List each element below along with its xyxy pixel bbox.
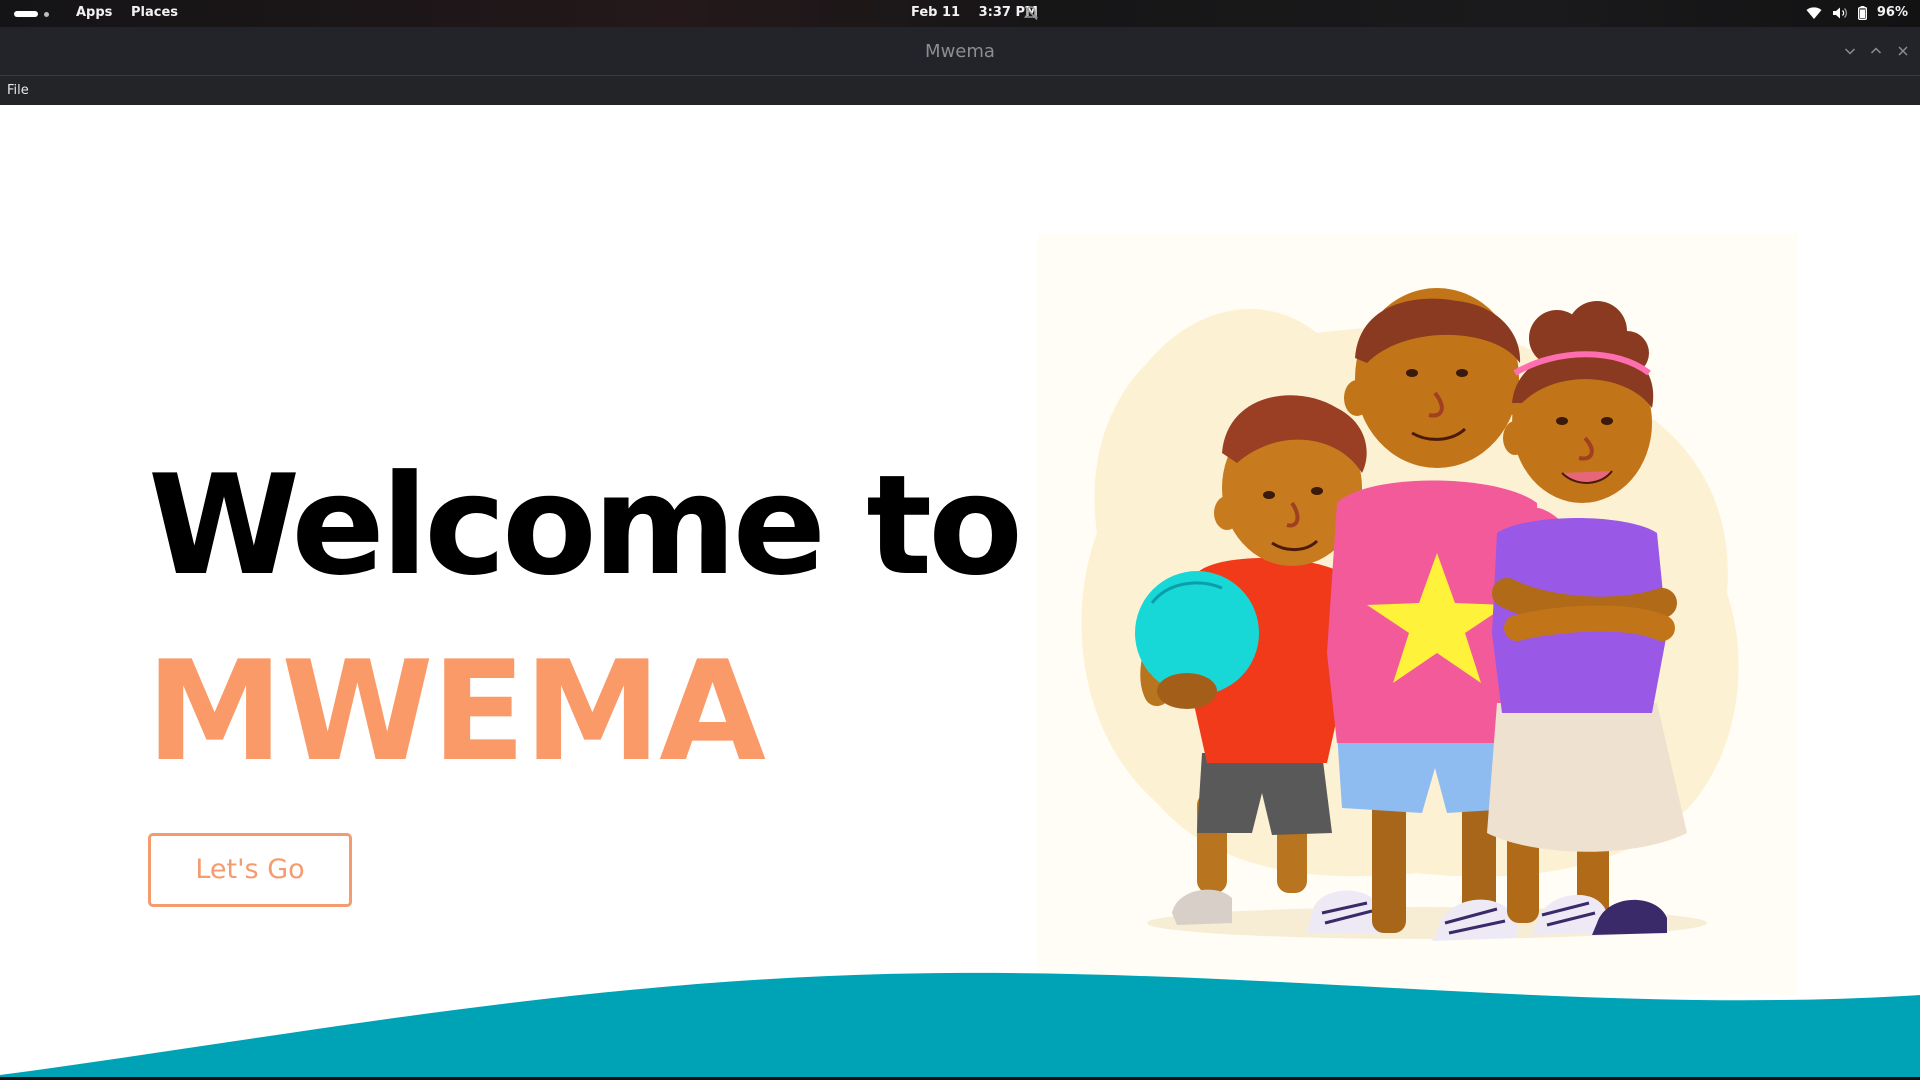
welcome-page: Welcome to MWEMA Let's Go <box>0 105 1920 1080</box>
battery-icon[interactable] <box>1857 5 1867 20</box>
menubar: File <box>0 76 1920 105</box>
volume-icon[interactable] <box>1832 6 1848 20</box>
window-titlebar[interactable]: Mwema <box>0 27 1920 76</box>
battery-percentage: 96% <box>1876 5 1908 20</box>
teal-wave-decoration <box>0 972 1920 1080</box>
notifications-muted-icon[interactable] <box>1024 5 1038 21</box>
workspace-dot <box>44 12 49 17</box>
wifi-icon[interactable] <box>1806 6 1822 20</box>
window-title: Mwema <box>925 41 995 62</box>
brand-name: MWEMA <box>146 631 766 792</box>
children-illustration <box>1037 233 1797 995</box>
minimize-icon[interactable] <box>1842 43 1858 59</box>
workspace-active-pill <box>14 11 38 17</box>
activities-indicator[interactable] <box>14 11 52 17</box>
children-illustration-art <box>1081 288 1739 941</box>
places-menu[interactable]: Places <box>131 5 178 20</box>
system-top-bar: Apps Places Feb 11 3:37 PM 96% <box>0 0 1920 27</box>
apps-menu[interactable]: Apps <box>76 5 112 20</box>
maximize-icon[interactable] <box>1868 43 1884 59</box>
clock-date: Feb 11 <box>911 5 961 20</box>
file-menu[interactable]: File <box>7 83 29 98</box>
lets-go-button[interactable]: Let's Go <box>148 833 352 907</box>
welcome-heading: Welcome to <box>148 445 1023 606</box>
system-tray[interactable]: 96% <box>1806 5 1908 20</box>
close-icon[interactable] <box>1895 43 1911 59</box>
girl-with-crossed-arms <box>1487 301 1687 935</box>
